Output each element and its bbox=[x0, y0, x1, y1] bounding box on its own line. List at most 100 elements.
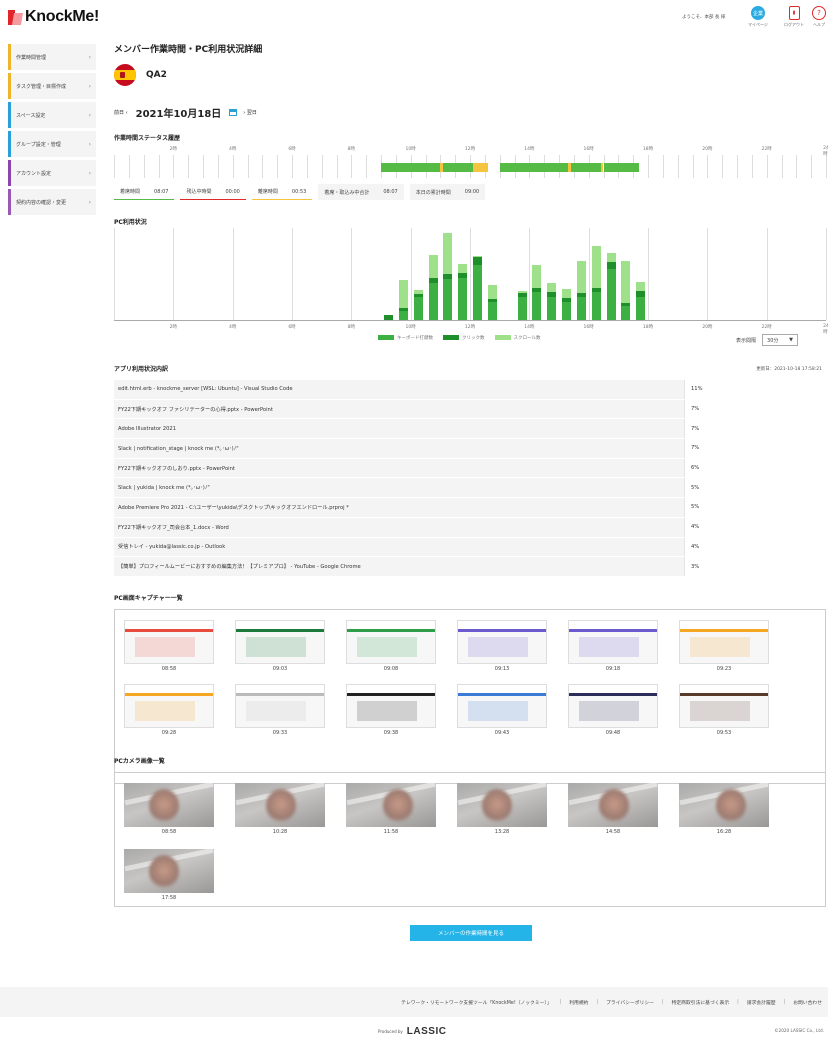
view-member-worktime-button[interactable]: メンバーの作業時間を見る bbox=[410, 925, 532, 941]
app-row: Adobe Premiere Pro 2021 - C:\ユーザー\yukida… bbox=[114, 498, 826, 518]
timeline-gridline bbox=[158, 155, 160, 178]
camera-thumbnail[interactable]: 14:58 bbox=[568, 783, 658, 835]
sidebar-item[interactable]: グループ設定・管理 › bbox=[8, 131, 96, 157]
legend-swatch bbox=[494, 335, 511, 340]
prev-day-link[interactable]: 前日 ‹ bbox=[114, 109, 128, 116]
screen-capture-thumbnail[interactable]: 09:28 bbox=[124, 684, 214, 736]
summary-item: 本日の累計時間 09:00 bbox=[409, 184, 486, 200]
camera-time: 08:58 bbox=[161, 829, 177, 835]
timeline-gridline bbox=[247, 155, 249, 178]
camera-thumbnail[interactable]: 17:58 bbox=[124, 849, 214, 901]
camera-thumbnail[interactable]: 16:28 bbox=[679, 783, 769, 835]
footer-link[interactable]: お問い合わせ bbox=[793, 999, 822, 1006]
screen-capture-thumbnail[interactable]: 09:03 bbox=[235, 620, 325, 672]
timeline-gridline bbox=[737, 155, 738, 178]
sidebar-item[interactable]: 契約内容の確認・変更 › bbox=[8, 189, 96, 215]
screen-capture-thumbnail[interactable]: 09:08 bbox=[346, 620, 436, 672]
chart-baseline bbox=[114, 320, 826, 321]
chart-gridline bbox=[173, 228, 175, 320]
sidebar-item-label: 契約内容の確認・変更 bbox=[16, 199, 67, 206]
lassic-logo[interactable]: LASSIC bbox=[407, 1026, 447, 1037]
screen-capture-thumbnail[interactable]: 09:48 bbox=[568, 684, 658, 736]
logout-button[interactable]: ▮ ログアウト bbox=[784, 6, 804, 28]
screen-capture-thumbnail[interactable]: 09:23 bbox=[679, 620, 769, 672]
chart-gridline bbox=[648, 228, 649, 320]
current-date: 2021年10月18日 bbox=[135, 109, 222, 120]
sidebar-item[interactable]: タスク管理・目標作成 › bbox=[8, 73, 96, 99]
screen-capture-thumbnail[interactable]: 09:43 bbox=[457, 684, 547, 736]
screen-capture-thumbnail[interactable]: 09:38 bbox=[346, 684, 436, 736]
timeline-hour-label: 6時 bbox=[288, 147, 296, 152]
produced-by-label: Produced by bbox=[378, 1029, 403, 1034]
camera-thumbnail[interactable]: 11:58 bbox=[346, 783, 436, 835]
footer-link[interactable]: 請求会計履歴 bbox=[747, 999, 776, 1006]
next-day-link[interactable]: › 翌日 bbox=[243, 109, 257, 116]
chart-gridline bbox=[410, 228, 412, 320]
updated-timestamp: 更新日：2021-10-18 17:58:21 bbox=[756, 367, 822, 372]
chart-bar-クリック数 bbox=[532, 287, 542, 293]
timeline-hour-label: 4時 bbox=[228, 147, 237, 152]
footer-link[interactable]: 特定商取引法に基づく表示 bbox=[672, 999, 730, 1006]
sidebar-item-label: スペース設定 bbox=[16, 112, 46, 119]
timeline-gridline bbox=[751, 155, 753, 178]
chart-bar-キーボード打鍵数 bbox=[562, 301, 571, 320]
chart-x-tick-label: 14時 bbox=[524, 325, 535, 330]
interval-select[interactable]: 30分 ▼ bbox=[762, 334, 799, 346]
copyright: ©2020 LASSIC Co., Ltd. bbox=[774, 1028, 824, 1033]
chart-bar-スクロール数 bbox=[487, 285, 497, 299]
capture-time: 08:58 bbox=[161, 666, 177, 672]
app-row: FY22下期キックオフ ファシリテーターの心得.pptx - PowerPoin… bbox=[114, 399, 826, 420]
timeline-gridline bbox=[203, 155, 204, 178]
sidebar-item[interactable]: 作業時間管理 › bbox=[8, 44, 96, 70]
app-percent: 6% bbox=[684, 458, 826, 478]
camera-thumbnail[interactable]: 08:58 bbox=[124, 783, 214, 835]
sidebar-item[interactable]: スペース設定 › bbox=[8, 102, 96, 128]
camera-thumbnail[interactable]: 10:28 bbox=[235, 783, 325, 835]
capture-time: 09:13 bbox=[494, 666, 510, 672]
timeline-gridline bbox=[366, 155, 368, 178]
timeline-gridline bbox=[351, 155, 353, 178]
screen-capture-thumbnail[interactable]: 08:58 bbox=[124, 620, 214, 672]
screen-capture-grid: 08:58 09:03 09:08 09:13 09:18 09:23 09:28 09:33… bbox=[114, 609, 826, 784]
timeline-gridline bbox=[188, 155, 190, 178]
screen-capture-thumbnail[interactable]: 09:53 bbox=[679, 684, 769, 736]
chart-bar-クリック数 bbox=[636, 291, 646, 297]
chart-bar-キーボード打鍵数 bbox=[458, 277, 468, 320]
footer-link[interactable]: 利用規約 bbox=[569, 999, 588, 1006]
sidebar-item[interactable]: アカウント設定 › bbox=[8, 160, 96, 186]
sidebar-item-label: グループ設定・管理 bbox=[16, 141, 61, 148]
timeline-hour-label: 12時 bbox=[464, 147, 476, 152]
capture-image bbox=[235, 684, 325, 728]
capture-time: 09:43 bbox=[494, 730, 510, 736]
chart-bar-キーボード打鍵数 bbox=[398, 310, 408, 320]
footer-separator: | bbox=[559, 999, 562, 1005]
summary-label: 着席・取込み中合計 bbox=[324, 189, 370, 196]
timeline-gridline bbox=[766, 155, 768, 178]
chart-x-tick-label: 22時 bbox=[761, 325, 772, 330]
screen-capture-thumbnail[interactable]: 09:33 bbox=[235, 684, 325, 736]
capture-image bbox=[457, 684, 547, 728]
screen-capture-thumbnail[interactable]: 09:18 bbox=[568, 620, 658, 672]
screen-capture-thumbnail[interactable]: 09:13 bbox=[457, 620, 547, 672]
timeline-gridline bbox=[692, 155, 694, 178]
knockme-logo[interactable]: KnockMe! bbox=[8, 8, 99, 26]
legend-item: クリック数 bbox=[443, 335, 485, 341]
capture-time: 09:18 bbox=[605, 666, 621, 672]
capture-time: 09:08 bbox=[383, 666, 399, 672]
chart-bar-キーボード打鍵数 bbox=[517, 297, 527, 320]
chart-x-tick-label: 6時 bbox=[288, 325, 296, 330]
camera-image bbox=[124, 783, 214, 827]
chart-bar-クリック数 bbox=[428, 277, 438, 284]
footer-link[interactable]: プライバシーポリシー bbox=[606, 999, 654, 1006]
calendar-icon[interactable] bbox=[229, 109, 238, 116]
help-button[interactable]: ? ヘルプ bbox=[812, 6, 826, 28]
summary-item: 着席・取込み中合計 08:07 bbox=[318, 184, 404, 200]
summary-label: 離席時間 bbox=[257, 189, 278, 195]
camera-thumbnail[interactable]: 13:28 bbox=[457, 783, 547, 835]
interval-selector: 表示間隔 30分 ▼ bbox=[736, 334, 799, 346]
footer-link[interactable]: テレワーク・リモートワーク支援ツール「KnockMe!（ノックミー）」 bbox=[401, 999, 551, 1006]
mypage-button[interactable]: 企業 マイページ bbox=[748, 6, 768, 28]
capture-image bbox=[346, 684, 436, 728]
chart-bar-スクロール数 bbox=[547, 283, 557, 293]
chart-gridline bbox=[232, 228, 234, 320]
